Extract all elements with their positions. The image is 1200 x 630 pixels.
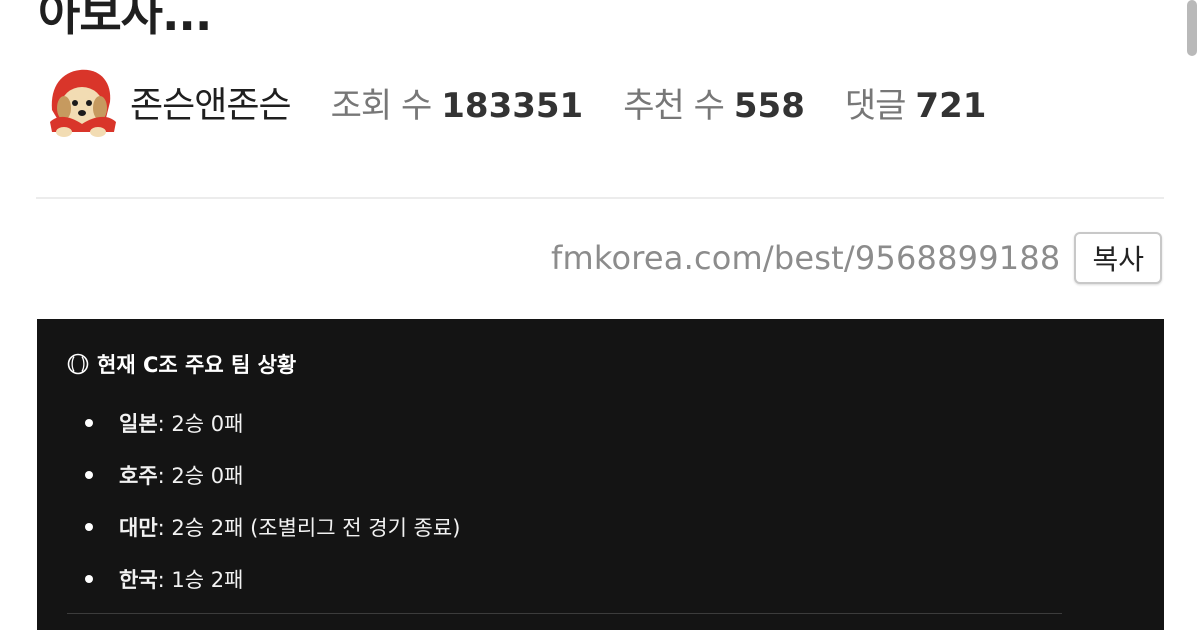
recommend-count: 추천 수 558 bbox=[623, 78, 805, 127]
team-record: : 2승 0패 bbox=[157, 412, 244, 436]
recommend-count-value: 558 bbox=[733, 85, 805, 126]
list-item: 호주 : 2승 0패 bbox=[85, 449, 460, 501]
list-item: 일본 : 2승 0패 bbox=[85, 397, 460, 449]
bullet-icon bbox=[85, 471, 93, 479]
comment-count-value: 721 bbox=[915, 85, 987, 126]
team-record: : 2승 2패 (조별리그 전 경기 종료) bbox=[157, 516, 461, 540]
comment-count-label: 댓글 bbox=[844, 85, 907, 126]
post-meta: 존슨앤존슨 조회 수 183351 추천 수 558 댓글 721 bbox=[44, 66, 1026, 138]
content-heading: 현재 C조 주요 팀 상황 bbox=[67, 349, 296, 379]
post-content: 현재 C조 주요 팀 상황 일본 : 2승 0패 호주 : 2승 0패 대만 :… bbox=[37, 319, 1164, 630]
recommend-count-label: 추천 수 bbox=[623, 85, 725, 126]
team-name: 일본 bbox=[119, 412, 158, 436]
team-name: 호주 bbox=[119, 464, 158, 488]
bullet-icon bbox=[85, 523, 93, 531]
content-divider bbox=[67, 613, 1062, 614]
content-heading-text: 현재 C조 주요 팀 상황 bbox=[97, 353, 297, 377]
share-url-row: fmkorea.com/best/9568899188 복사 bbox=[551, 232, 1162, 284]
meta-divider bbox=[36, 197, 1164, 199]
post-title: 아보사... bbox=[38, 0, 212, 41]
view-count: 조회 수 183351 bbox=[331, 78, 584, 127]
team-name: 한국 bbox=[119, 568, 158, 592]
baseball-icon bbox=[67, 353, 89, 375]
team-name: 대만 bbox=[119, 516, 158, 540]
bullet-icon bbox=[85, 419, 93, 427]
author-name[interactable]: 존슨앤존슨 bbox=[130, 76, 292, 128]
scrollbar-thumb[interactable] bbox=[1187, 0, 1197, 56]
comment-count[interactable]: 댓글 721 bbox=[845, 78, 987, 127]
bullet-icon bbox=[85, 575, 93, 583]
list-item: 한국 : 1승 2패 bbox=[85, 553, 460, 605]
post-url[interactable]: fmkorea.com/best/9568899188 bbox=[551, 239, 1060, 277]
view-count-value: 183351 bbox=[441, 85, 584, 126]
list-item: 대만 : 2승 2패 (조별리그 전 경기 종료) bbox=[85, 501, 460, 553]
team-status-list: 일본 : 2승 0패 호주 : 2승 0패 대만 : 2승 2패 (조별리그 전… bbox=[85, 397, 460, 605]
puppy-avatar-icon[interactable] bbox=[44, 66, 124, 138]
copy-url-button[interactable]: 복사 bbox=[1074, 232, 1162, 284]
view-count-label: 조회 수 bbox=[330, 85, 433, 126]
team-record: : 2승 0패 bbox=[157, 464, 244, 488]
team-record: : 1승 2패 bbox=[157, 568, 244, 592]
